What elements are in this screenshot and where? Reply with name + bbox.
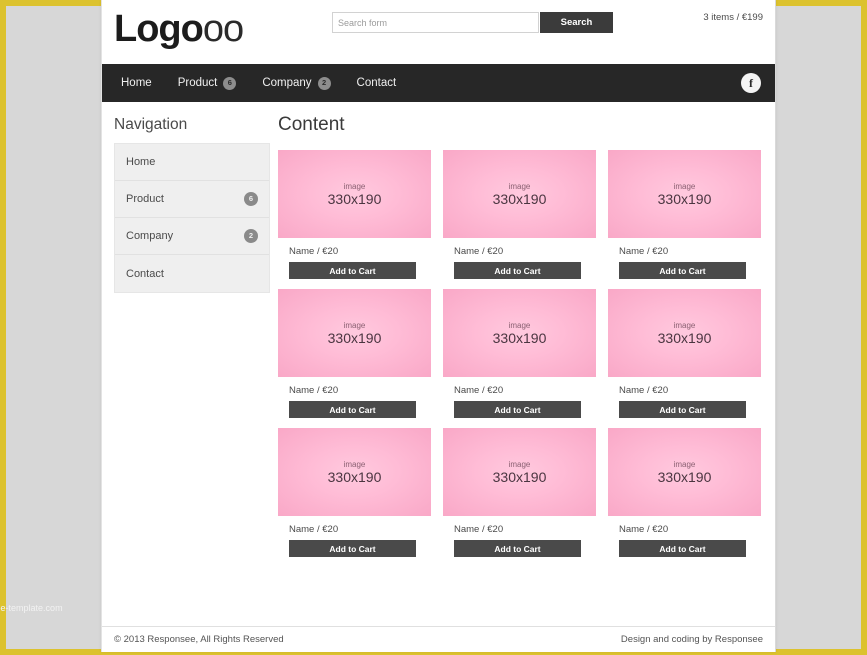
browser-viewport: { "theme": { "page_border": "#dcc22e", "… (0, 0, 867, 655)
product-card: image 330x190 Name / €20 Add to Cart (278, 428, 431, 557)
footer-credit[interactable]: Design and coding by Responsee (621, 634, 763, 645)
nav-item-product[interactable]: Product 6 (165, 64, 250, 102)
product-name: Name / €20 (289, 385, 431, 396)
add-to-cart-button[interactable]: Add to Cart (289, 540, 416, 557)
product-image-label: image (509, 321, 531, 331)
add-to-cart-button[interactable]: Add to Cart (289, 262, 416, 279)
product-image-placeholder[interactable]: image 330x190 (278, 428, 431, 516)
product-image-placeholder[interactable]: image 330x190 (608, 150, 761, 238)
logo-thin-text: oo (203, 8, 243, 50)
product-image-placeholder[interactable]: image 330x190 (608, 428, 761, 516)
product-image-size: 330x190 (493, 192, 547, 207)
product-image-label: image (674, 460, 696, 470)
sidebar-menu: Home Product 6 Company 2 Contact (114, 143, 270, 293)
product-image-label: image (344, 321, 366, 331)
cart-summary[interactable]: 3 items / €199 (703, 12, 763, 23)
product-name: Name / €20 (289, 524, 431, 535)
product-grid: image 330x190 Name / €20 Add to Cart ima… (278, 150, 763, 557)
product-image-size: 330x190 (493, 470, 547, 485)
page-body: Navigation Home Product 6 Company 2 Cont… (102, 102, 775, 626)
sidebar-item-label: Home (126, 156, 155, 168)
nav-item-label: Contact (357, 77, 397, 89)
product-image-size: 330x190 (328, 192, 382, 207)
search-button[interactable]: Search (540, 12, 613, 33)
product-image-placeholder[interactable]: image 330x190 (278, 150, 431, 238)
site-page: Logooo Search 3 items / €199 Home Produc… (101, 0, 776, 652)
sidebar-item-contact[interactable]: Contact (115, 255, 269, 292)
main-navigation: Home Product 6 Company 2 Contact f (102, 64, 775, 102)
product-image-placeholder[interactable]: image 330x190 (443, 289, 596, 377)
sidebar-item-company[interactable]: Company 2 (115, 218, 269, 255)
nav-item-contact[interactable]: Contact (344, 64, 410, 102)
nav-item-badge: 6 (223, 77, 236, 90)
sidebar: Navigation Home Product 6 Company 2 Cont… (102, 102, 270, 626)
add-to-cart-button[interactable]: Add to Cart (619, 540, 746, 557)
nav-item-company[interactable]: Company 2 (249, 64, 343, 102)
logo-bold-text: Logo (114, 8, 203, 50)
product-image-size: 330x190 (658, 470, 712, 485)
product-card: image 330x190 Name / €20 Add to Cart (443, 428, 596, 557)
product-image-size: 330x190 (658, 192, 712, 207)
sidebar-item-label: Company (126, 230, 173, 242)
sidebar-heading: Navigation (114, 116, 270, 134)
sidebar-item-product[interactable]: Product 6 (115, 181, 269, 218)
product-image-label: image (674, 182, 696, 192)
product-card: image 330x190 Name / €20 Add to Cart (608, 289, 761, 418)
product-card: image 330x190 Name / €20 Add to Cart (443, 289, 596, 418)
sidebar-item-badge: 6 (244, 192, 258, 206)
site-footer: © 2013 Responsee, All Rights Reserved De… (102, 626, 775, 652)
add-to-cart-button[interactable]: Add to Cart (454, 401, 581, 418)
sidebar-item-label: Product (126, 193, 164, 205)
nav-item-badge: 2 (318, 77, 331, 90)
search-input[interactable] (332, 12, 539, 33)
product-name: Name / €20 (619, 385, 761, 396)
product-image-size: 330x190 (658, 331, 712, 346)
site-header: Logooo Search 3 items / €199 (102, 0, 775, 64)
product-image-placeholder[interactable]: image 330x190 (443, 150, 596, 238)
product-name: Name / €20 (619, 246, 761, 257)
nav-item-home[interactable]: Home (108, 64, 165, 102)
add-to-cart-button[interactable]: Add to Cart (454, 262, 581, 279)
product-name: Name / €20 (619, 524, 761, 535)
product-image-size: 330x190 (328, 470, 382, 485)
product-name: Name / €20 (454, 385, 596, 396)
watermark-text: www.hanapepe-template.com (0, 603, 63, 613)
product-image-label: image (674, 321, 696, 331)
product-image-size: 330x190 (328, 331, 382, 346)
product-card: image 330x190 Name / €20 Add to Cart (278, 150, 431, 279)
sidebar-item-home[interactable]: Home (115, 144, 269, 181)
content-area: Content image 330x190 Name / €20 Add to … (270, 102, 775, 626)
add-to-cart-button[interactable]: Add to Cart (289, 401, 416, 418)
product-image-label: image (509, 460, 531, 470)
product-card: image 330x190 Name / €20 Add to Cart (278, 289, 431, 418)
sidebar-item-badge: 2 (244, 229, 258, 243)
product-card: image 330x190 Name / €20 Add to Cart (443, 150, 596, 279)
nav-item-label: Home (121, 77, 152, 89)
product-image-placeholder[interactable]: image 330x190 (608, 289, 761, 377)
facebook-icon[interactable]: f (741, 73, 761, 93)
site-logo[interactable]: Logooo (114, 8, 243, 50)
product-name: Name / €20 (454, 246, 596, 257)
product-image-placeholder[interactable]: image 330x190 (278, 289, 431, 377)
sidebar-item-label: Contact (126, 268, 164, 280)
add-to-cart-button[interactable]: Add to Cart (454, 540, 581, 557)
search-form: Search (332, 12, 613, 33)
product-card: image 330x190 Name / €20 Add to Cart (608, 150, 761, 279)
product-image-size: 330x190 (493, 331, 547, 346)
add-to-cart-button[interactable]: Add to Cart (619, 401, 746, 418)
nav-item-label: Company (262, 77, 311, 89)
product-name: Name / €20 (454, 524, 596, 535)
product-image-label: image (344, 182, 366, 192)
product-image-label: image (509, 182, 531, 192)
product-card: image 330x190 Name / €20 Add to Cart (608, 428, 761, 557)
content-heading: Content (278, 114, 763, 136)
footer-copyright: © 2013 Responsee, All Rights Reserved (114, 634, 284, 645)
product-name: Name / €20 (289, 246, 431, 257)
product-image-placeholder[interactable]: image 330x190 (443, 428, 596, 516)
nav-item-label: Product (178, 77, 218, 89)
product-image-label: image (344, 460, 366, 470)
add-to-cart-button[interactable]: Add to Cart (619, 262, 746, 279)
